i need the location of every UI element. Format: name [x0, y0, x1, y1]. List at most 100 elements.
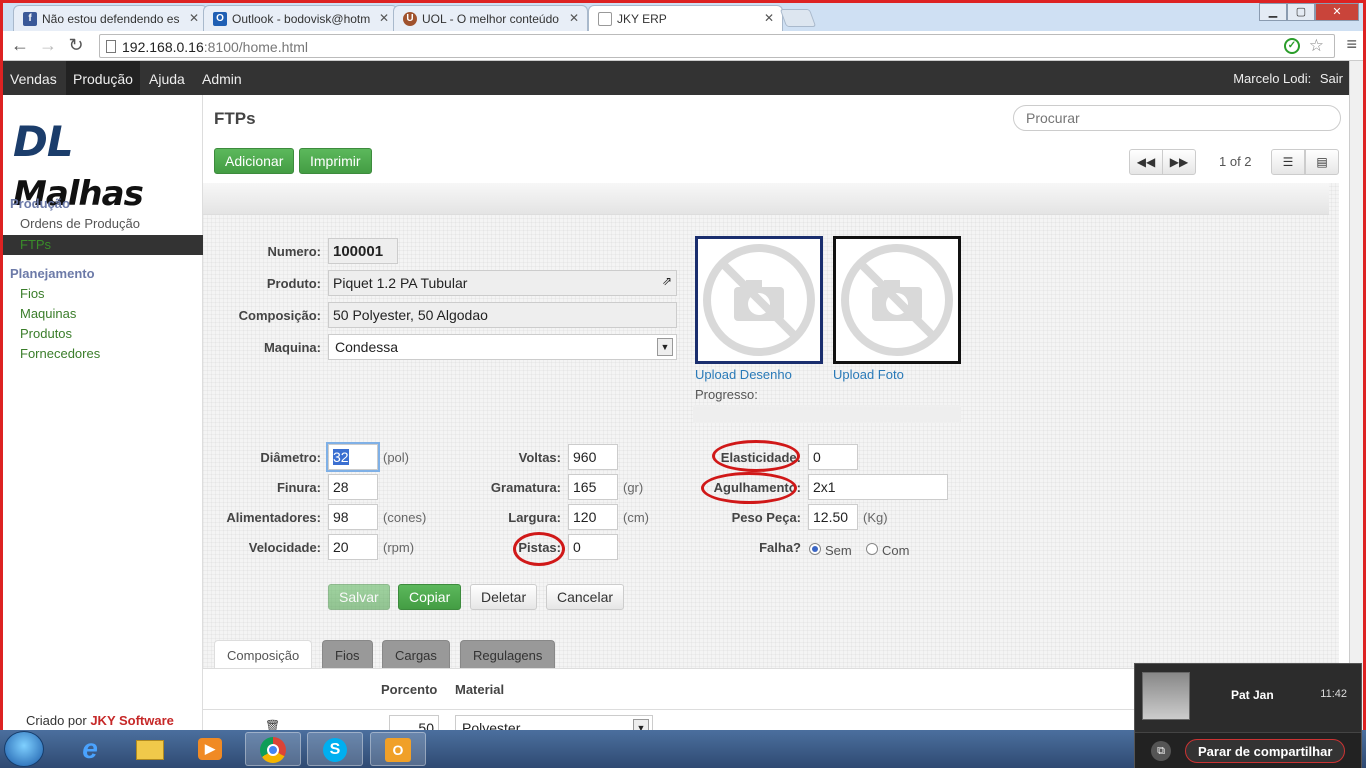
copy-button[interactable]: Copiar: [398, 584, 462, 610]
sidebar-item-ordens[interactable]: Ordens de Produção: [20, 216, 140, 231]
browser-tab-jky[interactable]: JKY ERP ✕: [588, 5, 783, 31]
browser-tab-facebook[interactable]: f Não estou defendendo es ✕: [13, 5, 208, 31]
produto-label: Produto:: [266, 276, 321, 291]
voltas-field[interactable]: 960: [568, 444, 618, 470]
next-page-icon[interactable]: ▶▶: [1162, 149, 1196, 175]
chevron-down-icon[interactable]: ▼: [657, 338, 673, 356]
peso-field[interactable]: 12.50: [808, 504, 858, 530]
user-area: Marcelo Lodi: Sair: [1233, 71, 1343, 86]
windows-start-icon[interactable]: [4, 731, 44, 767]
finura-field[interactable]: 28: [328, 474, 378, 500]
tab-cargas[interactable]: Cargas: [382, 640, 450, 668]
produto-field[interactable]: Piquet 1.2 PA Tubular ⇗: [328, 270, 677, 296]
sidebar-item-produtos[interactable]: Produtos: [20, 326, 72, 341]
search-input[interactable]: [1013, 105, 1341, 131]
nav-producao[interactable]: Produção: [66, 61, 140, 95]
diametro-field[interactable]: 32: [326, 442, 380, 472]
file-explorer-icon[interactable]: [122, 732, 178, 766]
app-navbar: Vendas Produção Ajuda Admin Marcelo Lodi…: [3, 61, 1353, 95]
maximize-button[interactable]: ▢: [1287, 3, 1315, 21]
desenho-image[interactable]: [695, 236, 823, 364]
sidebar-item-fornecedores[interactable]: Fornecedores: [20, 346, 100, 361]
maquina-label: Maquina:: [263, 340, 321, 355]
upload-desenho-link[interactable]: Upload Desenho: [695, 367, 792, 382]
diametro-value: 32: [333, 449, 349, 465]
col-material: Material: [455, 682, 505, 697]
gramatura-field[interactable]: 165: [568, 474, 618, 500]
browser-tab-outlook[interactable]: O Outlook - bodovisk@hotm ✕: [203, 5, 398, 31]
add-button[interactable]: Adicionar: [214, 148, 295, 174]
browser-tab-uol[interactable]: U UOL - O melhor conteúdo ✕: [393, 5, 588, 31]
composicao-field: 50 Polyester, 50 Algodao: [328, 302, 677, 328]
reload-icon[interactable]: ↻: [65, 35, 87, 56]
avatar: [1142, 672, 1190, 720]
minimize-button[interactable]: ▁: [1259, 3, 1287, 21]
cancel-button[interactable]: Cancelar: [546, 584, 625, 610]
back-icon[interactable]: ←: [9, 35, 31, 56]
sidebar-section-producao: Produção: [10, 196, 70, 211]
browser-window: f Não estou defendendo es ✕ O Outlook - …: [0, 0, 1366, 768]
maquina-select[interactable]: Condessa ▼: [328, 334, 677, 360]
chrome-icon[interactable]: [245, 732, 301, 766]
check-icon[interactable]: ✓: [1284, 38, 1300, 54]
close-window-button[interactable]: ✕: [1315, 3, 1359, 21]
page-icon: [598, 12, 612, 26]
credit-link[interactable]: JKY Software: [90, 713, 174, 728]
external-link-icon[interactable]: ⇗: [662, 274, 672, 288]
list-view-icon[interactable]: ☰: [1271, 149, 1305, 175]
screen-share-icon[interactable]: ⧉: [1151, 741, 1171, 761]
finura-label: Finura:: [276, 480, 321, 495]
tab-regulagens[interactable]: Regulagens: [460, 640, 556, 668]
previous-page-icon[interactable]: ◀◀: [1129, 149, 1163, 175]
gramatura-label: Gramatura:: [490, 480, 561, 495]
tab-fios[interactable]: Fios: [322, 640, 373, 668]
page-header: FTPs Adicionar Imprimir ◀◀ ▶▶ 1 of 2 ☰ ▤: [203, 95, 1341, 183]
new-tab-button[interactable]: [779, 9, 817, 27]
nav-admin[interactable]: Admin: [195, 61, 249, 95]
bookmark-star-icon[interactable]: ☆: [1309, 36, 1324, 56]
progress-bar: [693, 405, 961, 423]
close-tab-icon[interactable]: ✕: [379, 11, 389, 25]
sidebar-item-fios[interactable]: Fios: [20, 286, 45, 301]
nav-vendas[interactable]: Vendas: [3, 61, 64, 95]
elasticidade-field[interactable]: 0: [808, 444, 858, 470]
pistas-field[interactable]: 0: [568, 534, 618, 560]
page-scrollbar[interactable]: [1349, 61, 1363, 731]
foto-image[interactable]: [833, 236, 961, 364]
address-bar[interactable]: 192.168.0.16:8100/home.html ✓ ☆: [99, 34, 1335, 58]
falha-sem-radio[interactable]: [809, 543, 821, 555]
col-porcento: Porcento: [381, 682, 438, 697]
sidebar-item-ftps[interactable]: FTPs: [3, 235, 203, 255]
composicao-label: Composição:: [238, 308, 321, 323]
print-button[interactable]: Imprimir: [299, 148, 372, 174]
falha-com-radio[interactable]: [866, 543, 878, 555]
stop-sharing-button[interactable]: Parar de compartilhar: [1185, 739, 1346, 763]
close-tab-icon[interactable]: ✕: [764, 11, 774, 25]
nav-ajuda[interactable]: Ajuda: [142, 61, 192, 95]
logout-link[interactable]: Sair: [1320, 71, 1343, 86]
media-player-icon[interactable]: ▶: [182, 732, 238, 766]
no-camera-icon: [703, 244, 815, 356]
velocidade-field[interactable]: 20: [328, 534, 378, 560]
outlook-icon: O: [213, 12, 227, 26]
outlook-app-icon[interactable]: O: [370, 732, 426, 766]
upload-foto-link[interactable]: Upload Foto: [833, 367, 904, 382]
close-tab-icon[interactable]: ✕: [569, 11, 579, 25]
internet-explorer-icon[interactable]: e: [62, 732, 118, 766]
save-button[interactable]: Salvar: [328, 584, 390, 610]
credit-text: Criado por JKY Software: [26, 713, 174, 728]
sidebar-item-maquinas[interactable]: Maquinas: [20, 306, 76, 321]
diametro-label: Diâmetro:: [260, 450, 321, 465]
tab-title: UOL - O melhor conteúdo: [422, 12, 559, 26]
largura-field[interactable]: 120: [568, 504, 618, 530]
agulhamento-field[interactable]: 2x1: [808, 474, 948, 500]
delete-button[interactable]: Deletar: [470, 584, 538, 610]
alimentadores-field[interactable]: 98: [328, 504, 378, 530]
form-view-icon[interactable]: ▤: [1305, 149, 1339, 175]
tab-composicao[interactable]: Composição: [214, 640, 313, 668]
agulhamento-highlight-ring: [701, 472, 797, 504]
browser-menu-icon[interactable]: ≡: [1346, 34, 1357, 55]
close-tab-icon[interactable]: ✕: [189, 11, 199, 25]
forward-icon[interactable]: →: [37, 35, 59, 56]
skype-icon[interactable]: S: [307, 732, 363, 766]
